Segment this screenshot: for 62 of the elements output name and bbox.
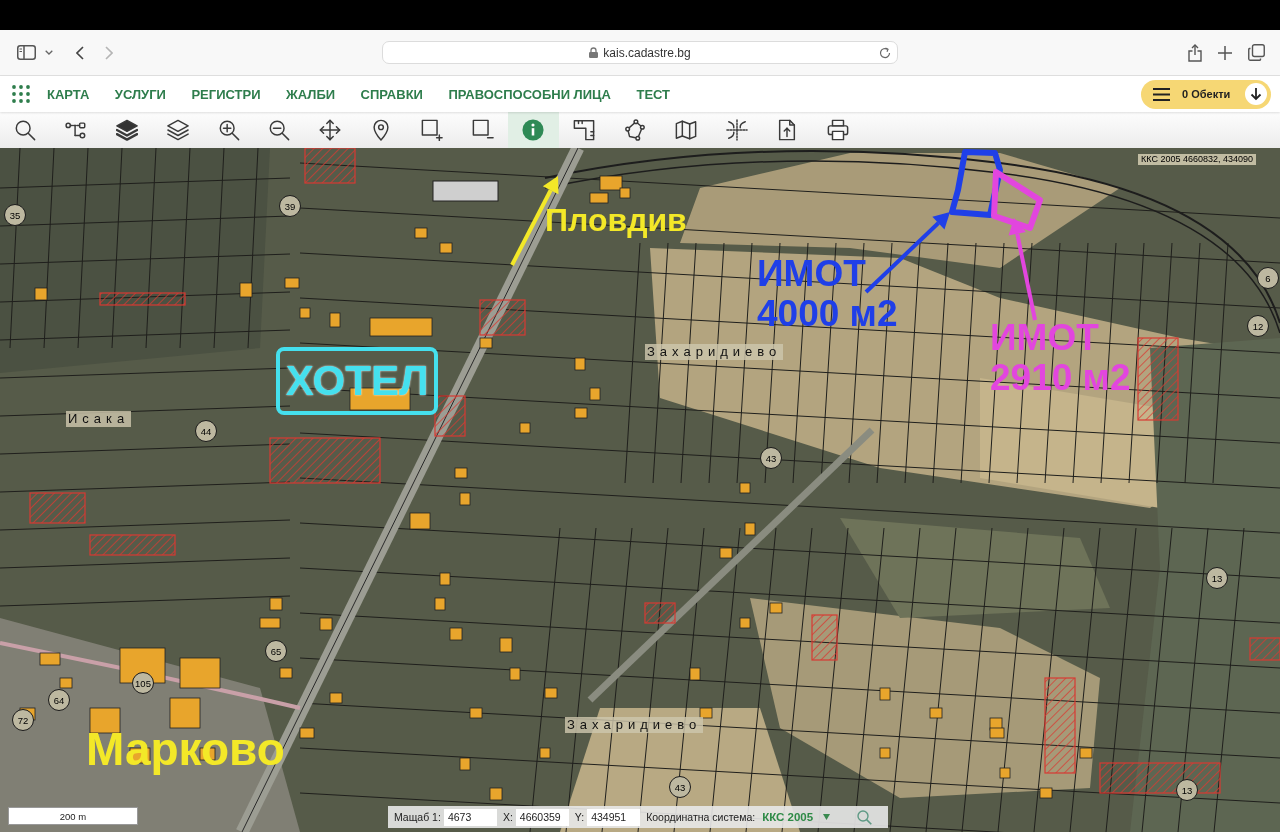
- printer-icon: [827, 119, 850, 141]
- y-coordinate-field[interactable]: 434951: [587, 808, 641, 826]
- parcel-outline: [949, 149, 1003, 218]
- hamburger-menu-icon: [1153, 87, 1170, 101]
- y-label: Y:: [574, 811, 585, 823]
- sidebar-toggle-button[interactable]: [16, 44, 37, 61]
- nav-menu-item[interactable]: РЕГИСТРИ: [191, 82, 261, 106]
- address-bar[interactable]: kais.cadastre.bg: [382, 41, 898, 64]
- search-icon: [857, 809, 872, 825]
- place-annotation-label: Марково: [86, 723, 285, 775]
- square-minus-icon: [471, 119, 494, 141]
- village-name-label: Захаридиево: [645, 344, 784, 360]
- scale-bar: 200 m: [8, 807, 138, 825]
- ruler-corner-icon: [573, 119, 596, 141]
- dot-grid-icon: [12, 85, 30, 103]
- folded-map-icon: [674, 119, 697, 141]
- layers-icon: [116, 119, 138, 141]
- coordinate-system-label: Координатна система:: [646, 811, 756, 823]
- url-text: kais.cadastre.bg: [603, 45, 691, 60]
- polygon-nodes-icon: [623, 119, 646, 141]
- coordinate-system-dropdown[interactable]: ККС 2005: [762, 811, 831, 823]
- nav-menu-item[interactable]: КАРТА: [47, 82, 90, 106]
- sidebar-icon: [17, 45, 36, 60]
- nodes-path-icon: [65, 119, 88, 141]
- x-label: X:: [502, 811, 513, 823]
- nav-menu-item[interactable]: УСЛУГИ: [114, 82, 166, 106]
- lock-icon: [589, 47, 599, 58]
- village-name-label: Исака: [66, 411, 132, 427]
- chevron-down-icon: [45, 50, 53, 55]
- zoom-in-icon: [217, 119, 240, 141]
- nav-menu-item[interactable]: ЖАЛБИ: [286, 82, 336, 106]
- scale-field[interactable]: 4673: [443, 808, 497, 826]
- plus-icon: [1218, 45, 1232, 60]
- search-icon: [14, 119, 37, 141]
- info-icon: [522, 119, 545, 141]
- move-icon: [319, 119, 342, 141]
- apps-menu-button[interactable]: [12, 85, 30, 103]
- reload-icon[interactable]: [879, 47, 891, 59]
- crosshair-icon: [725, 119, 748, 141]
- dropdown-caret-icon: [823, 814, 831, 820]
- place-annotation-label: Пловдив: [545, 201, 687, 239]
- zoom-out-icon: [268, 119, 291, 141]
- nav-menu-item[interactable]: ПРАВОСПОСОБНИ ЛИЦА: [448, 82, 611, 106]
- tabs-icon: [1248, 44, 1265, 61]
- tab-overview-button[interactable]: [1248, 42, 1265, 63]
- callout-label: ХОТЕЛ: [276, 347, 438, 415]
- x-coordinate-field[interactable]: 4660359: [515, 808, 569, 826]
- share-icon: [1188, 43, 1202, 62]
- tab-group-dropdown-button[interactable]: [44, 48, 54, 57]
- village-name-label: Захаридиево: [565, 717, 704, 733]
- scale-label: Мащаб 1:: [394, 811, 441, 823]
- nav-menu-item[interactable]: СПРАВКИ: [360, 82, 423, 106]
- back-chevron-icon: [76, 45, 84, 60]
- parcel-outline: [991, 169, 1043, 231]
- share-button[interactable]: [1188, 42, 1202, 63]
- forward-chevron-icon: [105, 45, 113, 60]
- cursor-coordinates-text: ККС 2005 4660832, 434090: [1138, 154, 1256, 165]
- nav-menu-item[interactable]: ТЕСТ: [636, 82, 671, 106]
- square-plus-icon: [420, 119, 443, 141]
- back-button[interactable]: [75, 44, 85, 61]
- layers-outline-icon: [166, 119, 189, 141]
- objects-button[interactable]: 0 Обекти: [1141, 79, 1271, 109]
